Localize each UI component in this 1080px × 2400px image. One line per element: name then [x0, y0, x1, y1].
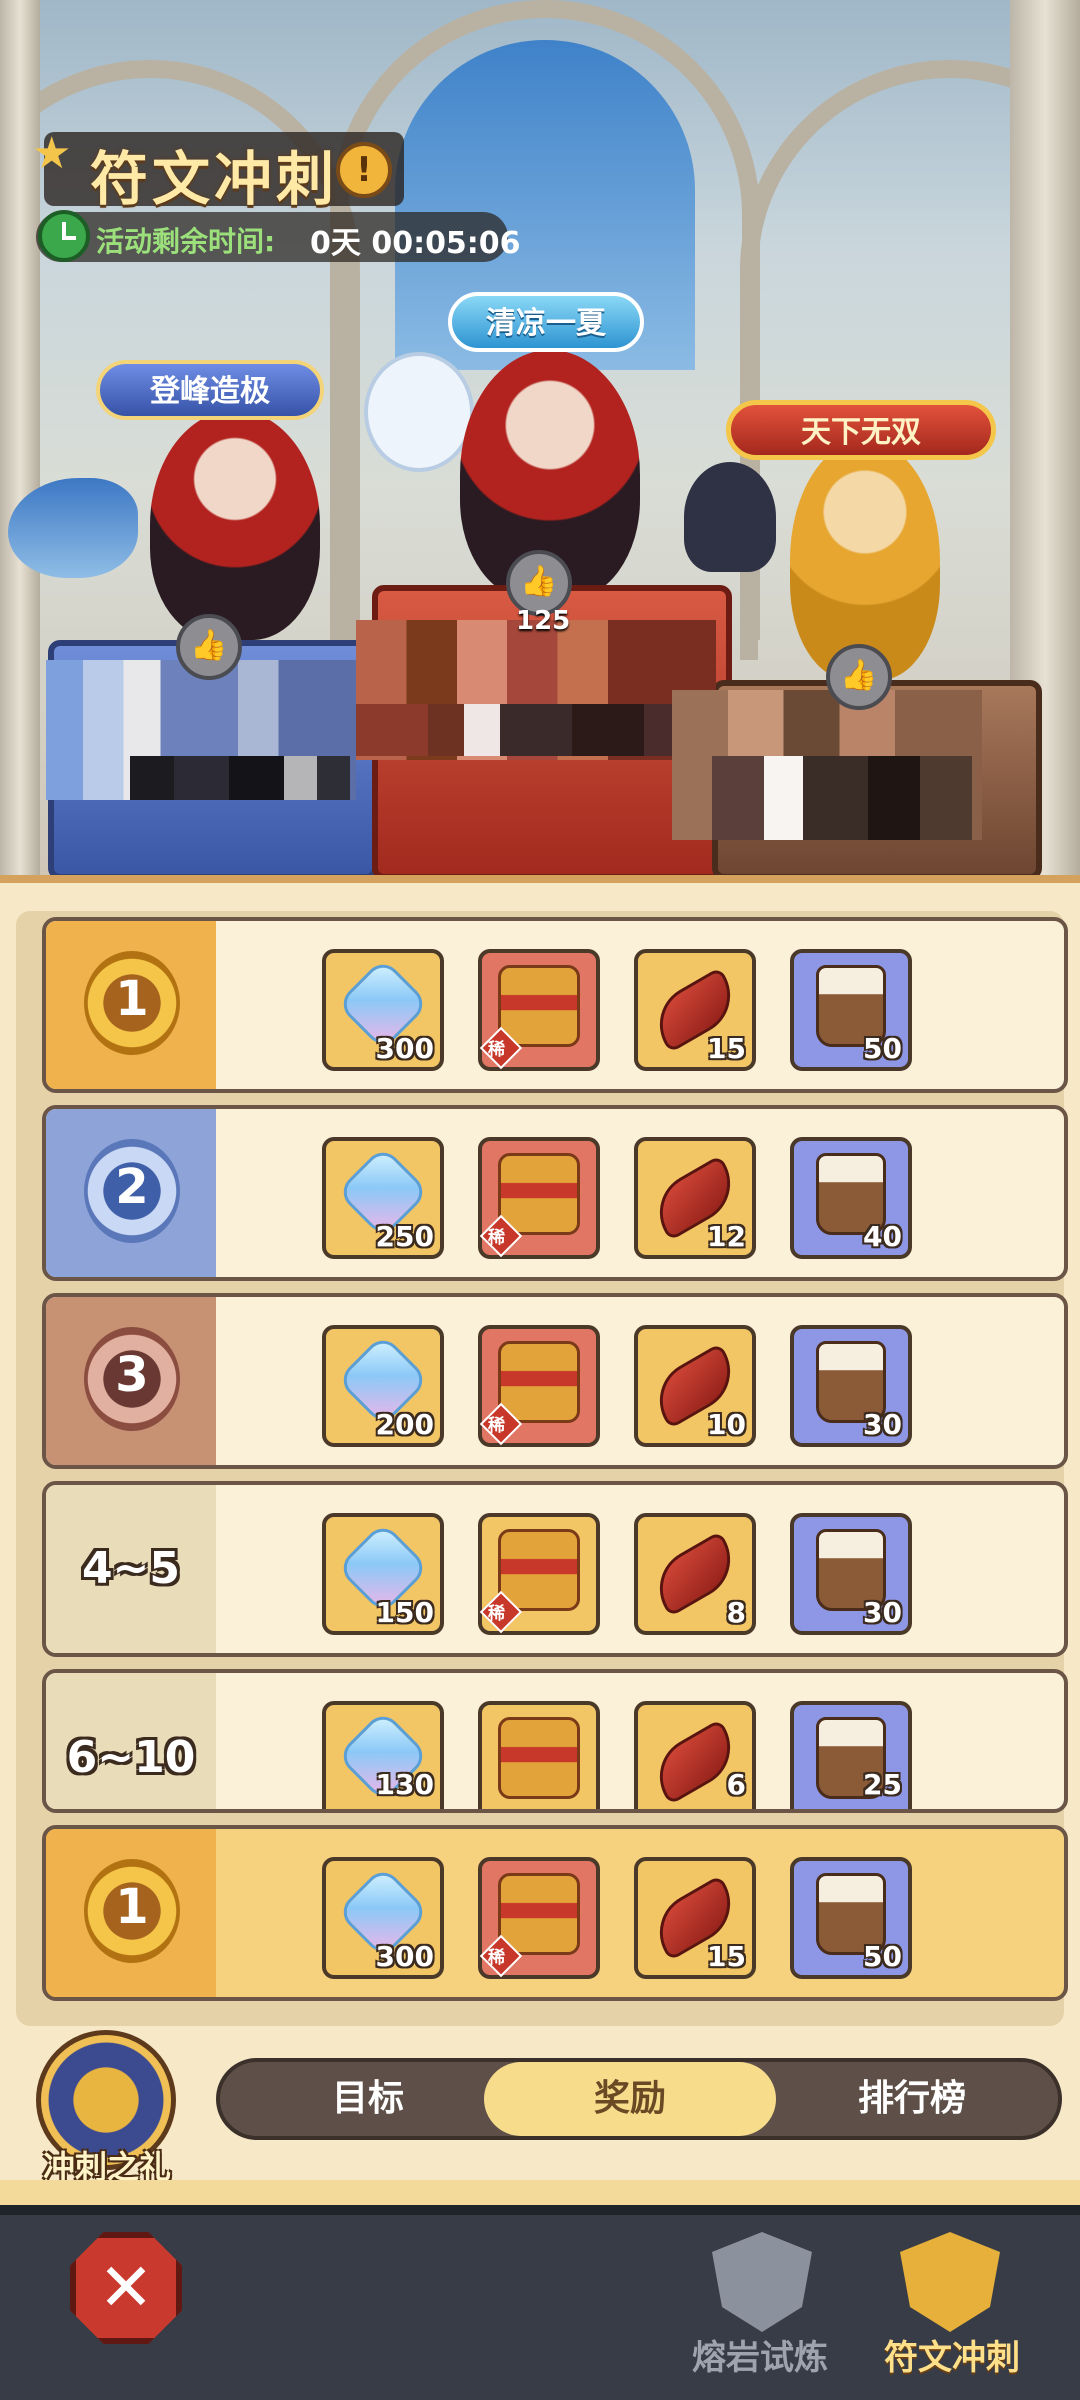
item-count: 200	[375, 1408, 434, 1441]
reward-chest[interactable]: 稀	[478, 1513, 600, 1635]
bronze-medal-icon: 3	[84, 1327, 180, 1431]
rank-range-label: 4~5	[81, 1543, 181, 1594]
chest-icon	[498, 1873, 580, 1955]
item-count: 130	[375, 1768, 434, 1801]
reward-mug[interactable]: 25	[790, 1701, 912, 1809]
timer-label: 活动剩余时间:	[96, 225, 276, 258]
reward-row-rank-6-10: 6~10 130 6 25	[42, 1669, 1068, 1813]
rank-badge-area: 2	[46, 1109, 216, 1277]
chest-icon	[498, 1717, 580, 1799]
reward-row-rank-2: 2 250 稀 12 40	[42, 1105, 1068, 1281]
tab-leaderboard[interactable]: 排行榜	[782, 2062, 1042, 2136]
item-count: 25	[863, 1768, 902, 1801]
item-count: 15	[707, 1940, 746, 1973]
rare-tag-text: 稀	[488, 1416, 505, 1436]
tab-rewards[interactable]: 奖励	[484, 2062, 776, 2136]
nav-rune-sprint[interactable]: 符文冲刺	[852, 2330, 1052, 2379]
reward-scroll[interactable]: 6	[634, 1701, 756, 1809]
item-count: 10	[707, 1408, 746, 1441]
censored-nameplate-center-dark	[356, 704, 716, 756]
reward-chest[interactable]: 稀	[478, 1137, 600, 1259]
item-count: 6	[726, 1768, 746, 1801]
reward-scroll[interactable]: 15	[634, 1857, 756, 1979]
item-count: 250	[375, 1220, 434, 1253]
rank-badge-area: 4~5	[46, 1485, 216, 1653]
censored-nameplate-left-dark	[130, 756, 350, 800]
reward-scroll[interactable]: 8	[634, 1513, 756, 1635]
thumbs-up-icon[interactable]: 👍	[176, 614, 242, 680]
title-banner-left: 登峰造极	[96, 360, 324, 420]
reward-scroll[interactable]: 12	[634, 1137, 756, 1259]
reward-mug[interactable]: 50	[790, 949, 912, 1071]
rank-badge-area: 1	[46, 1829, 216, 1997]
reaper-pet	[684, 462, 776, 572]
rare-tag-text: 稀	[488, 1228, 505, 1248]
gold-medal-icon: 1	[84, 1859, 180, 1963]
reward-mug[interactable]: 50	[790, 1857, 912, 1979]
item-count: 30	[863, 1596, 902, 1629]
rare-tag-text: 稀	[488, 1948, 505, 1968]
reward-chest[interactable]: 稀	[478, 1857, 600, 1979]
hero-second-place[interactable]	[150, 410, 320, 640]
tab-goals[interactable]: 目标	[240, 2062, 496, 2136]
like-count-center: 125	[516, 606, 571, 636]
rank-badge-area: 3	[46, 1297, 216, 1465]
item-count: 30	[863, 1408, 902, 1441]
item-count: 300	[375, 1940, 434, 1973]
nav-lava-trial[interactable]: 熔岩试炼	[660, 2330, 860, 2379]
rare-tag-text: 稀	[488, 1040, 505, 1060]
silver-medal-icon: 2	[84, 1139, 180, 1243]
censored-nameplate-right-dark	[712, 756, 972, 840]
chest-icon	[498, 1153, 580, 1235]
reward-crystal[interactable]: 250	[322, 1137, 444, 1259]
rank-range-label: 6~10	[66, 1732, 196, 1783]
item-count: 50	[863, 1940, 902, 1973]
reward-scroll[interactable]: 15	[634, 949, 756, 1071]
reward-mug[interactable]: 30	[790, 1513, 912, 1635]
star-icon: ★	[32, 128, 72, 179]
item-count: 12	[707, 1220, 746, 1253]
gold-medal-icon: 1	[84, 951, 180, 1055]
reward-chest[interactable]	[478, 1701, 600, 1809]
reward-row-rank-1: 1 300 稀 15 50	[42, 917, 1068, 1093]
reward-chest[interactable]: 稀	[478, 949, 600, 1071]
reward-row-my-rank: 1 300 稀 15 50	[42, 1825, 1068, 2001]
info-icon[interactable]: !	[336, 142, 392, 198]
reward-chest[interactable]: 稀	[478, 1325, 600, 1447]
reward-crystal[interactable]: 300	[322, 1857, 444, 1979]
item-count: 50	[863, 1032, 902, 1065]
reward-crystal[interactable]: 150	[322, 1513, 444, 1635]
thumbs-up-icon[interactable]: 👍	[826, 644, 892, 710]
timer-value: 0天 00:05:06	[310, 226, 521, 261]
reward-scroll[interactable]: 10	[634, 1325, 756, 1447]
snowman-pet	[364, 352, 474, 472]
reward-crystal[interactable]: 300	[322, 949, 444, 1071]
rank-badge-area: 1	[46, 921, 216, 1089]
chest-icon	[498, 1341, 580, 1423]
item-count: 300	[375, 1032, 434, 1065]
item-count: 15	[707, 1032, 746, 1065]
close-icon[interactable]: ✕	[70, 2232, 182, 2344]
reward-mug[interactable]: 40	[790, 1137, 912, 1259]
reward-list[interactable]: 1 300 稀 15 50 2 250 稀 12 40 3 200 稀 10 3…	[16, 911, 1068, 2026]
page-title: 符文冲刺	[90, 145, 339, 213]
event-banner-center: 清凉一夏	[448, 292, 644, 352]
clock-icon	[38, 210, 90, 262]
item-count: 150	[375, 1596, 434, 1629]
podium-scene: 👍 👍 125 👍 登峰造极 清凉一夏 天下无双 ★ 符文冲刺 ! 活动剩余时间…	[0, 0, 1080, 878]
reward-row-rank-4-5: 4~5 150 稀 8 30	[42, 1481, 1068, 1657]
rank-badge-area: 6~10	[46, 1673, 216, 1809]
reward-panel: 1 300 稀 15 50 2 250 稀 12 40 3 200 稀 10 3…	[0, 875, 1080, 2205]
reward-crystal[interactable]: 200	[322, 1325, 444, 1447]
reward-crystal[interactable]: 130	[322, 1701, 444, 1809]
chest-icon	[498, 1529, 580, 1611]
reward-mug[interactable]: 30	[790, 1325, 912, 1447]
item-count: 40	[863, 1220, 902, 1253]
item-count: 8	[726, 1596, 746, 1629]
title-banner-right: 天下无双	[726, 400, 996, 460]
chest-icon	[498, 965, 580, 1047]
rare-tag-text: 稀	[488, 1604, 505, 1624]
reward-row-rank-3: 3 200 稀 10 30	[42, 1293, 1068, 1469]
